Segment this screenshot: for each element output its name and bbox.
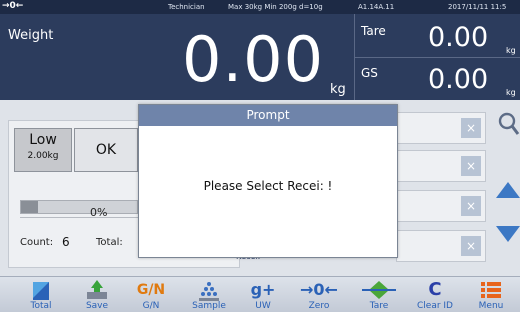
progress-bar <box>20 200 138 214</box>
count-value: 6 <box>62 235 70 249</box>
zero-button[interactable]: →0← Zero <box>292 277 346 312</box>
display-divider <box>354 57 520 58</box>
sample-label: Sample <box>192 301 226 311</box>
search-icon <box>498 112 520 135</box>
menu-label: Menu <box>478 301 504 311</box>
clear-field-icon[interactable]: × <box>461 118 481 138</box>
weight-display: Weight 0.00 kg Tare 0.00 kg GS 0.00 kg <box>0 14 520 100</box>
clear-id-label: Clear ID <box>417 301 453 311</box>
low-value: 2.00kg <box>27 151 59 161</box>
tare-icon <box>362 281 396 299</box>
save-button[interactable]: Save <box>70 277 124 312</box>
save-icon <box>87 280 107 299</box>
user-role: Technician <box>168 3 205 11</box>
gs-label: GS <box>361 66 378 80</box>
tare-unit: kg <box>506 46 516 55</box>
clear-id-icon: C <box>428 279 442 300</box>
menu-icon <box>481 282 501 298</box>
clear-field-icon[interactable]: × <box>461 236 481 256</box>
zero-indicator: →0← <box>2 1 24 11</box>
gn-button[interactable]: G/N G/N <box>124 277 178 312</box>
ok-status: OK <box>74 128 138 172</box>
input-field[interactable]: × <box>396 190 486 222</box>
uw-label: UW <box>255 301 271 311</box>
weight-unit: kg <box>330 82 346 97</box>
dialog-title: Prompt <box>139 105 397 126</box>
gn-label: G/N <box>142 301 160 311</box>
save-label: Save <box>85 301 109 311</box>
total-label: Total <box>30 301 52 311</box>
low-limit-button[interactable]: Low 2.00kg <box>14 128 72 172</box>
tare-label: Tare <box>369 301 389 311</box>
gs-unit: kg <box>506 88 516 97</box>
search-button[interactable] <box>496 110 520 140</box>
scroll-up-icon[interactable] <box>496 182 520 198</box>
tare-label: Tare <box>361 24 386 38</box>
weight-value: 0.00 <box>182 23 325 96</box>
zero-label: Zero <box>308 301 330 311</box>
device-code: A1.14A.11 <box>358 3 395 11</box>
dialog-message: Please Select Recei: ! <box>203 179 333 193</box>
gs-value: 0.00 <box>428 64 489 95</box>
clear-field-icon[interactable]: × <box>461 196 481 216</box>
menu-button[interactable]: Menu <box>464 277 518 312</box>
clear-id-button[interactable]: C Clear ID <box>408 277 462 312</box>
bottom-toolbar: Total Save G/N G/N Sample g+ UW →0← Zero <box>0 276 520 312</box>
weight-label: Weight <box>8 28 54 43</box>
scale-spec: Max 30kg Min 200g d=10g <box>228 3 323 11</box>
input-field[interactable]: × <box>396 150 486 182</box>
prompt-dialog: Prompt Please Select Recei: ! <box>138 104 398 258</box>
low-label: Low <box>29 132 57 148</box>
input-field[interactable]: × <box>396 230 486 262</box>
total-button[interactable]: Total <box>14 277 68 312</box>
status-bar: →0← Technician Max 30kg Min 200g d=10g A… <box>0 0 520 14</box>
progress-percent: 0% <box>90 206 108 219</box>
progress-divider <box>20 217 138 218</box>
input-field[interactable]: × <box>396 112 486 144</box>
scroll-down-icon[interactable] <box>496 226 520 242</box>
count-label: Count: <box>20 237 54 248</box>
zero-icon: →0← <box>300 280 338 299</box>
gn-icon: G/N <box>136 282 166 298</box>
tare-button[interactable]: Tare <box>352 277 406 312</box>
progress-fill <box>21 201 39 213</box>
uw-button[interactable]: g+ UW <box>236 277 290 312</box>
sample-button[interactable]: Sample <box>182 277 236 312</box>
sample-icon <box>199 282 219 301</box>
total-icon <box>33 282 49 300</box>
total-label: Total: <box>96 237 123 248</box>
tare-value: 0.00 <box>428 22 489 53</box>
date-time: 2017/11/11 11:5 <box>448 3 507 11</box>
clear-field-icon[interactable]: × <box>461 156 481 176</box>
uw-icon: g+ <box>250 280 276 299</box>
